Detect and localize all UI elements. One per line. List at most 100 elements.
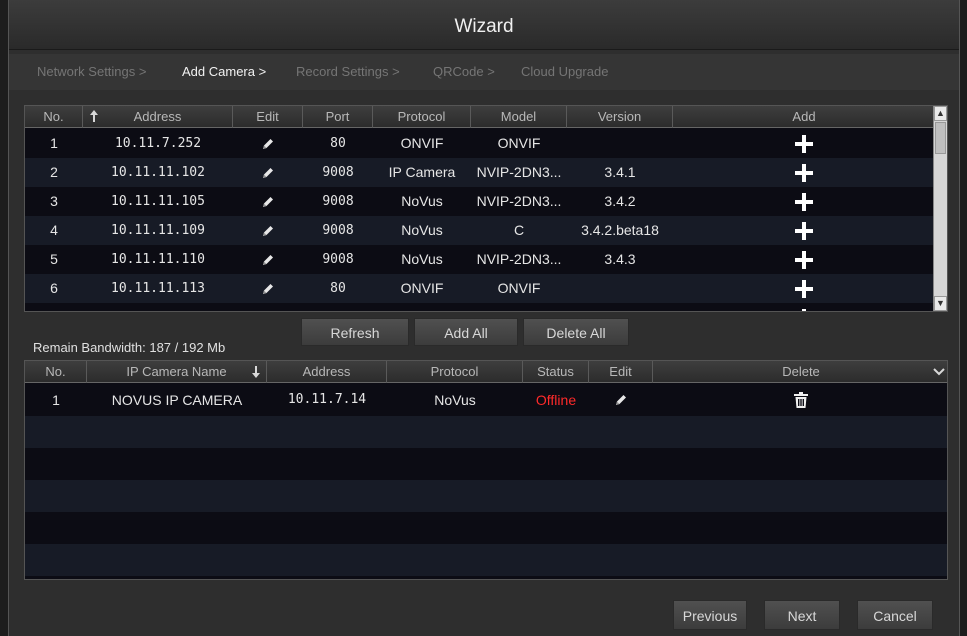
table-row [25, 544, 947, 576]
table-row [25, 448, 947, 480]
table-row [25, 576, 947, 579]
cell-model: ONVIF [497, 280, 541, 296]
table-row[interactable]: 1 NOVUS IP CAMERA 10.11.7.14 NoVus Offline [25, 384, 947, 416]
cell-status: Offline [535, 392, 577, 408]
add-camera-icon[interactable] [673, 216, 935, 245]
edit-icon[interactable] [233, 158, 303, 187]
header-protocol[interactable]: Protocol [373, 106, 471, 128]
table-row[interactable]: 3 10.11.11.105 9008 NoVus NVIP-2DN3... 3.4.2 [25, 187, 935, 216]
sort-ascending-icon [90, 110, 98, 122]
cell-port: 9008 [322, 165, 354, 180]
header-add[interactable]: Add [673, 106, 935, 128]
cell-version [567, 129, 673, 158]
table-row[interactable]: 5 10.11.11.110 9008 NoVus NVIP-2DN3... 3.4.3 [25, 245, 935, 274]
add-camera-icon[interactable] [673, 303, 935, 311]
header-port[interactable]: Port [303, 106, 373, 128]
header-camera-name[interactable]: IP Camera Name [87, 361, 267, 383]
cell-port: 9008 [303, 303, 373, 311]
header-added-no[interactable]: No. [25, 361, 87, 383]
header-delete[interactable]: Delete [653, 361, 947, 383]
add-camera-icon[interactable] [673, 158, 935, 187]
header-address[interactable]: Address [83, 106, 233, 128]
cell-version: 3.4.2.beta18 [581, 222, 659, 238]
cell-port: 9008 [322, 194, 354, 209]
header-added-address[interactable]: Address [267, 361, 387, 383]
edit-icon[interactable] [233, 245, 303, 274]
search-table-header: No. Address Edit Port Protocol Model Ver… [25, 106, 935, 128]
header-status[interactable]: Status [523, 361, 589, 383]
table-row[interactable]: 2 10.11.11.102 9008 IP Camera NVIP-2DN3... 3.… [25, 158, 935, 187]
cell-no: 4 [50, 222, 58, 238]
edit-icon[interactable] [589, 384, 653, 416]
delete-all-button[interactable]: Delete All [523, 318, 629, 346]
cell-port: 9008 [322, 252, 354, 267]
cell-camera-name: NOVUS IP CAMERA [111, 392, 243, 408]
cell-port: 80 [330, 136, 346, 151]
step-network-settings[interactable]: Network Settings > [37, 64, 146, 79]
cell-version: 3.4.3 [604, 251, 636, 267]
edit-icon[interactable] [233, 274, 303, 303]
header-added-protocol[interactable]: Protocol [387, 361, 523, 383]
add-camera-icon[interactable] [673, 129, 935, 158]
step-add-camera[interactable]: Add Camera > [182, 64, 266, 79]
cell-protocol: NoVus [373, 303, 471, 311]
header-address-label: Address [133, 109, 182, 124]
delete-icon[interactable] [653, 384, 947, 416]
cell-address: 10.11.11.113 [111, 281, 205, 296]
previous-button[interactable]: Previous [673, 600, 747, 630]
add-camera-icon[interactable] [673, 187, 935, 216]
refresh-button[interactable]: Refresh [301, 318, 409, 346]
edit-icon[interactable] [233, 129, 303, 158]
cancel-button[interactable]: Cancel [857, 600, 933, 630]
header-camera-name-label: IP Camera Name [126, 364, 227, 379]
cell-no: 2 [50, 164, 58, 180]
next-button[interactable]: Next [764, 600, 840, 630]
header-added-edit[interactable]: Edit [589, 361, 653, 383]
cell-no: 5 [50, 251, 58, 267]
edit-icon[interactable] [233, 187, 303, 216]
cell-address: 10.11.11.102 [111, 165, 205, 180]
title-bar: Wizard [9, 0, 959, 50]
cell-protocol: IP Camera [388, 164, 456, 180]
cell-no: 7 [25, 303, 83, 311]
cell-no: 1 [52, 392, 60, 408]
cell-port: 80 [330, 281, 346, 296]
table-row[interactable]: 710.11.11.115 9008NoVusNVIP-2DN3...3.4.3 [25, 303, 935, 311]
step-qrcode[interactable]: QRCode > [433, 64, 495, 79]
header-edit[interactable]: Edit [233, 106, 303, 128]
add-all-button[interactable]: Add All [414, 318, 518, 346]
cell-model: ONVIF [497, 135, 541, 151]
cell-port: 9008 [322, 223, 354, 238]
cell-model: NVIP-2DN3... [476, 251, 562, 267]
header-model[interactable]: Model [471, 106, 567, 128]
cell-address: 10.11.11.109 [111, 223, 205, 238]
chevron-down-icon[interactable] [933, 367, 945, 377]
edit-icon[interactable] [233, 303, 303, 311]
header-version[interactable]: Version [567, 106, 673, 128]
header-no[interactable]: No. [25, 106, 83, 128]
scroll-thumb[interactable] [935, 122, 946, 154]
search-results-table: No. Address Edit Port Protocol Model Ver… [24, 105, 948, 312]
step-cloud-upgrade[interactable]: Cloud Upgrade [521, 64, 608, 79]
scroll-down-button[interactable]: ▼ [934, 296, 947, 311]
add-camera-icon[interactable] [673, 245, 935, 274]
cell-model: NVIP-2DN3... [476, 164, 562, 180]
scroll-up-button[interactable]: ▲ [934, 106, 947, 121]
wizard-steps: Network Settings > Add Camera > Record S… [9, 54, 959, 90]
table-row[interactable]: 4 10.11.11.109 9008 NoVus C 3.4.2.beta18 [25, 216, 935, 245]
table-row[interactable]: 6 10.11.11.113 80 ONVIF ONVIF [25, 274, 935, 303]
cell-model: C [513, 222, 525, 238]
search-table-scrollbar[interactable]: ▲ ▼ [933, 106, 947, 311]
wizard-window: Wizard Network Settings > Add Camera > R… [8, 0, 960, 636]
cell-model: NVIP-2DN3... [476, 193, 562, 209]
cell-version: 3.4.3 [567, 303, 673, 311]
table-row [25, 512, 947, 544]
add-camera-icon[interactable] [673, 274, 935, 303]
cell-version [567, 274, 673, 303]
edit-icon[interactable] [233, 216, 303, 245]
remain-bandwidth: Remain Bandwidth: 187 / 192 Mb [33, 340, 226, 355]
step-record-settings[interactable]: Record Settings > [296, 64, 400, 79]
cell-version: 3.4.1 [604, 164, 636, 180]
cell-protocol: NoVus [401, 222, 443, 238]
table-row[interactable]: 1 10.11.7.252 80 ONVIF ONVIF [25, 129, 935, 158]
